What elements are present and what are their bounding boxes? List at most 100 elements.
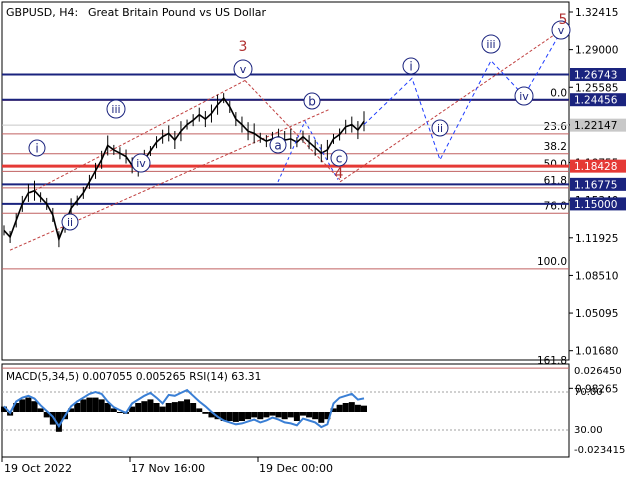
wave-label-f-iii: iii <box>481 34 501 54</box>
wave-label-f-ii: ii <box>431 119 449 137</box>
price-tag: 1.24456 <box>570 93 626 107</box>
macd-bar <box>80 399 87 412</box>
macd-bar <box>171 402 178 412</box>
rsi-70-label: 70.00 <box>574 387 603 398</box>
price-tick-label: 1.05095 <box>575 308 618 320</box>
wave-text: iv <box>136 157 146 170</box>
wave-label-w-iii: iii <box>106 99 126 119</box>
macd-bar <box>184 399 191 412</box>
macd-bar <box>342 403 349 412</box>
macd-bottom-tick: -0.023415 <box>574 445 625 456</box>
macd-bar <box>190 403 197 412</box>
wave-label-f-iv: iv <box>514 86 534 106</box>
macd-bar <box>135 403 142 412</box>
price-tick-label: 1.08510 <box>575 270 618 282</box>
macd-bar <box>299 412 306 416</box>
macd-bar <box>159 406 166 412</box>
macd-bar <box>37 408 44 412</box>
price-tag-text: 1.22147 <box>574 120 617 132</box>
macd-bar <box>31 401 38 412</box>
macd-bar <box>348 402 355 412</box>
time-label-2: 17 Nov 16:00 <box>131 462 205 475</box>
instrument-description: Great Britain Pound vs US Dollar <box>88 6 267 19</box>
price-tag: 1.18428 <box>570 159 626 173</box>
price-tag-text: 1.16775 <box>574 179 617 191</box>
time-label-3: 19 Dec 00:00 <box>259 462 333 475</box>
symbol-label: GBPUSD, H4: <box>6 6 78 19</box>
fib-level-label: 38.2 <box>544 141 567 153</box>
macd-bar <box>177 401 184 412</box>
price-tag: 1.22147 <box>570 118 626 132</box>
macd-bar <box>306 412 313 418</box>
macd-bar <box>269 412 276 416</box>
price-tick-label: 1.32415 <box>575 7 618 19</box>
macd-bar <box>92 397 99 412</box>
macd-bar <box>281 412 288 420</box>
wave-text: c <box>336 151 343 165</box>
time-label-1: 19 Oct 2022 <box>4 462 72 475</box>
macd-bar <box>245 412 252 420</box>
price-tag: 1.26743 <box>570 68 626 82</box>
wave-text: iv <box>519 90 529 103</box>
macd-bar <box>318 412 325 423</box>
price-tag-text: 1.26743 <box>574 70 617 82</box>
macd-bar <box>25 397 32 412</box>
macd-bar <box>232 412 239 422</box>
wave-text: i <box>409 59 412 73</box>
wave-label-w-4: 4 <box>335 166 344 182</box>
macd-bar <box>263 412 270 418</box>
macd-bar <box>293 412 300 421</box>
wave-text: iii <box>486 38 495 51</box>
macd-bar <box>147 399 154 412</box>
wave-label-w-c: c <box>330 149 348 167</box>
macd-bar <box>354 404 361 412</box>
wave-label-f-i: i <box>402 57 420 75</box>
macd-bar <box>153 403 160 412</box>
wave-label-w-v: v <box>233 59 253 79</box>
price-tag-text: 1.18428 <box>574 161 617 173</box>
wave-text: b <box>308 94 316 108</box>
macd-bar <box>165 403 172 412</box>
fib-level-label: 50.0 <box>544 158 567 170</box>
macd-bar <box>251 412 258 418</box>
wave-label-w-b: b <box>303 92 321 110</box>
price-tag: 1.16775 <box>570 177 626 191</box>
wave-label-w-ii: ii <box>61 213 79 231</box>
price-tag-text: 1.24456 <box>574 95 618 107</box>
indicator-title: MACD(5,34,5) 0.007055 0.005265 RSI(14) 6… <box>6 371 261 383</box>
fib-level-label: 0.0 <box>550 87 567 99</box>
price-tick-label: 1.01680 <box>575 346 618 358</box>
wave-label-w-3: 3 <box>239 39 248 55</box>
macd-bar <box>312 412 319 420</box>
macd-bar <box>202 412 209 414</box>
chart-svg[interactable]: 1.324151.290001.255851.221701.187551.153… <box>0 0 640 480</box>
price-tag: 1.15000 <box>570 197 626 211</box>
wave-label-w-a: a <box>269 136 287 154</box>
fib-level-label: 161.8 <box>537 355 567 367</box>
macd-bar <box>141 401 148 412</box>
wave-label-w-iv: iv <box>131 153 151 173</box>
macd-bar <box>275 412 282 418</box>
macd-bar <box>287 412 294 418</box>
macd-bar <box>86 397 93 412</box>
price-tick-label: 1.11925 <box>575 233 618 245</box>
macd-bar <box>19 399 26 412</box>
macd-bar <box>257 412 264 420</box>
wave-text: iii <box>111 103 120 116</box>
macd-bar <box>336 404 343 412</box>
wave-label-w-i: i <box>28 139 46 157</box>
wave-text: a <box>274 138 281 152</box>
wave-text: i <box>35 141 38 155</box>
price-tick-label: 1.29000 <box>575 45 618 57</box>
macd-bar <box>238 412 245 421</box>
price-tick-label: 1.25585 <box>575 82 618 94</box>
fib-level-label: 23.6 <box>544 121 568 133</box>
macd-bar <box>361 405 367 412</box>
wave-text: ii <box>67 216 73 229</box>
fib-level-label: 76.0 <box>544 200 567 212</box>
wave-text: v <box>240 63 247 76</box>
macd-bar <box>226 412 233 421</box>
macd-bar <box>196 408 203 412</box>
wave-label-w-5: 5 <box>559 12 568 28</box>
rsi-30-label: 30.00 <box>574 425 603 436</box>
